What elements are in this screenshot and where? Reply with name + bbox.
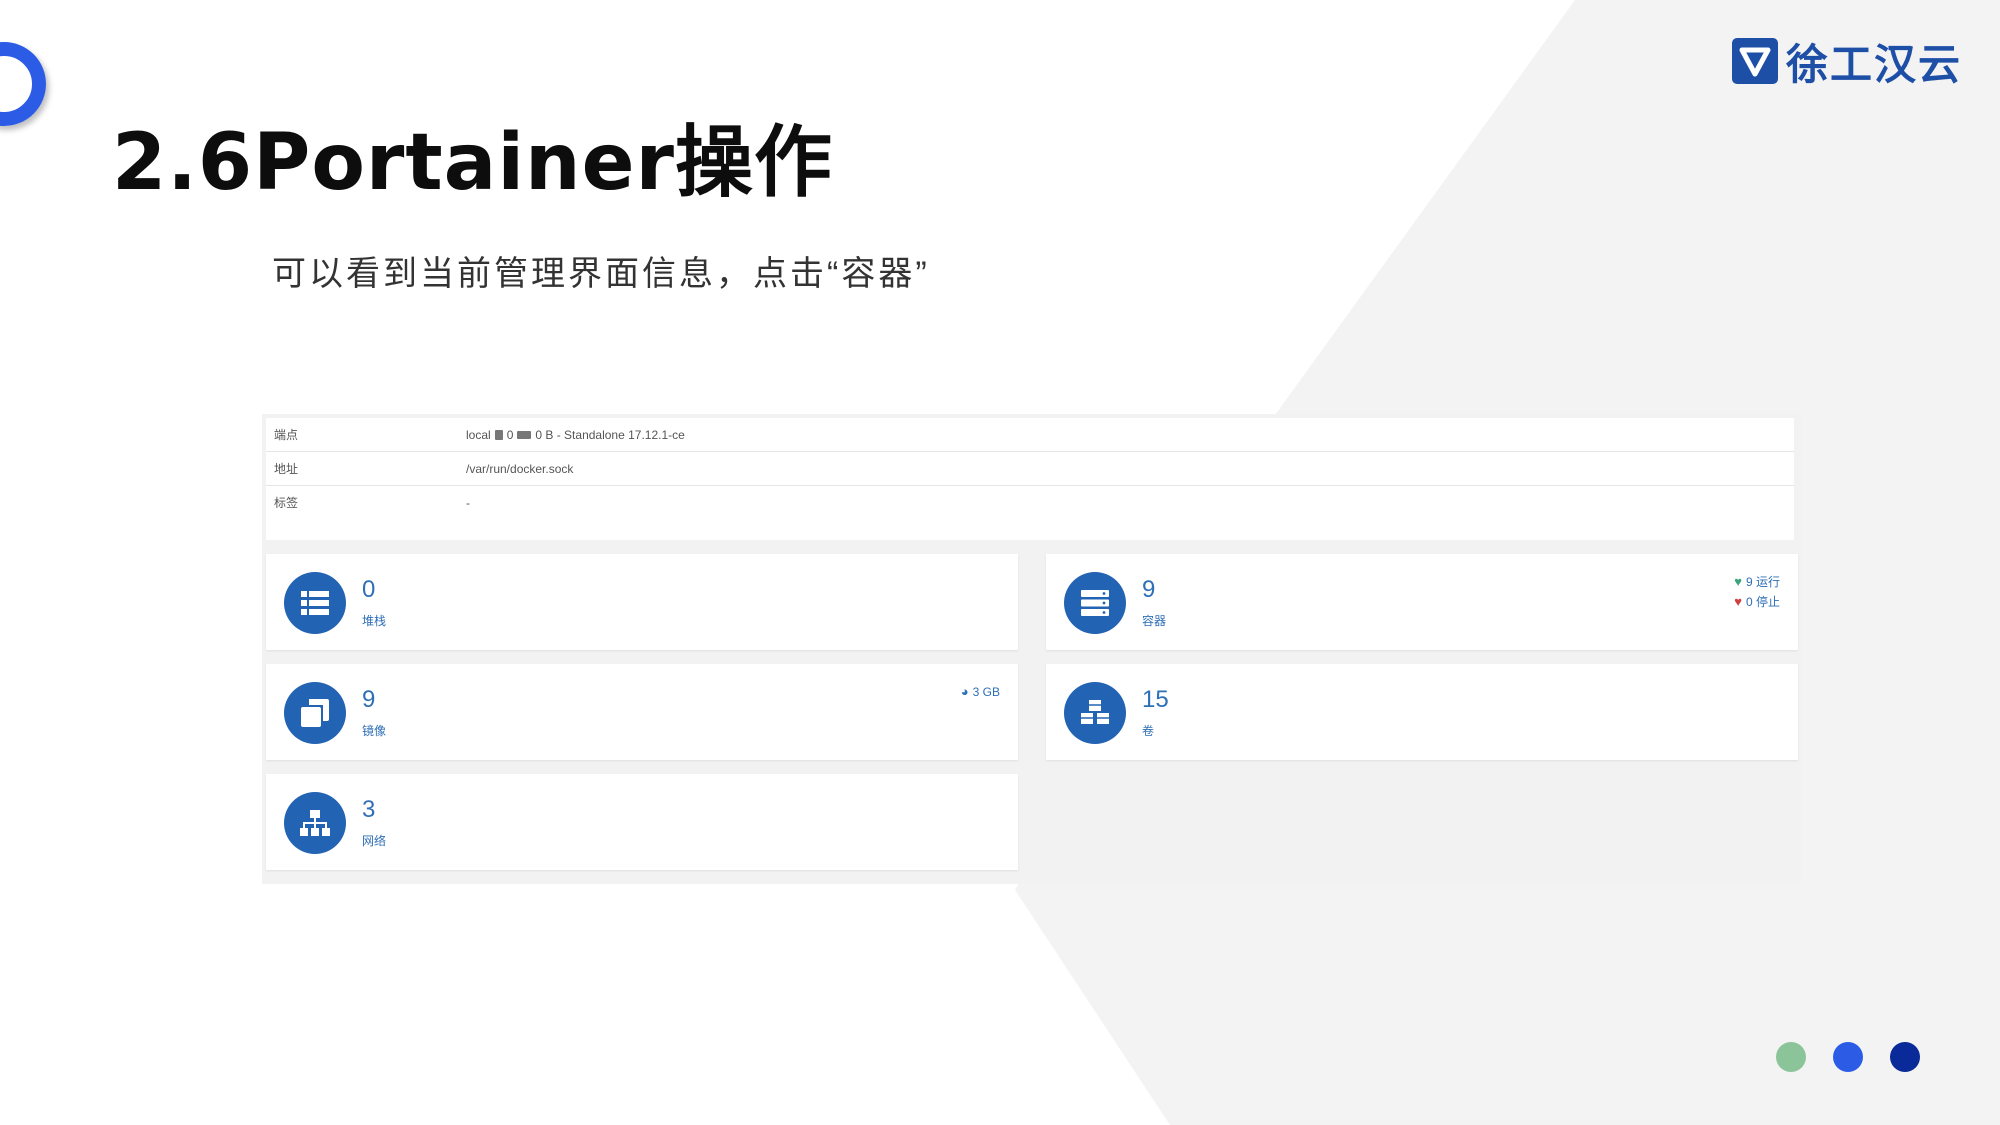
- cpu-icon: [494, 429, 503, 440]
- images-size-value: 3 GB: [972, 685, 1000, 699]
- cubes-icon: [1064, 682, 1126, 744]
- pie-chart-icon: ◕: [960, 684, 969, 699]
- dot-green: [1776, 1042, 1806, 1072]
- containers-status: ♥ 9 运行 ♥ 0 停止: [1734, 572, 1780, 612]
- networks-label: 网络: [362, 834, 387, 848]
- memory-info: 0 B - Standalone 17.12.1-ce: [535, 427, 685, 442]
- info-row-endpoint: 端点 local 0 0 B - Standalone 17.12.1-ce: [266, 418, 1794, 452]
- dot-blue: [1833, 1042, 1863, 1072]
- dot-navy: [1890, 1042, 1920, 1072]
- endpoint-name: local: [466, 427, 491, 442]
- server-icon: [1064, 572, 1126, 634]
- info-row-address: 地址 /var/run/docker.sock: [266, 452, 1794, 486]
- list-icon: [284, 572, 346, 634]
- networks-count: 3: [362, 796, 376, 823]
- memory-icon: [517, 430, 532, 439]
- info-label: 标签: [274, 496, 299, 510]
- volumes-label: 卷: [1142, 724, 1155, 738]
- stacks-tile[interactable]: 0 堆栈: [266, 554, 1018, 650]
- running-status: ♥ 9 运行: [1734, 572, 1780, 592]
- volumes-count: 15: [1142, 686, 1169, 713]
- slide-subtitle: 可以看到当前管理界面信息，点击“容器”: [272, 255, 930, 293]
- info-label: 地址: [274, 462, 299, 476]
- images-label: 镜像: [362, 724, 387, 738]
- brand-logo: 徐工汉云: [1732, 36, 1962, 88]
- containers-tile[interactable]: 9 容器 ♥ 9 运行 ♥ 0 停止: [1046, 554, 1798, 650]
- portainer-dashboard: 端点 local 0 0 B - Standalone 17.12.1-ce 地…: [262, 414, 1802, 884]
- info-value: /var/run/docker.sock: [466, 461, 574, 476]
- info-label: 端点: [274, 428, 299, 442]
- info-row-tags: 标签 -: [266, 486, 1794, 519]
- slide-title: 2.6Portainer操作: [112, 118, 833, 208]
- info-value: -: [466, 495, 470, 510]
- logo-text: 徐工汉云: [1786, 40, 1963, 88]
- logo-mark-icon: [1732, 38, 1778, 84]
- info-value: local 0 0 B - Standalone 17.12.1-ce: [466, 428, 685, 442]
- images-tile[interactable]: 9 镜像 ◕ 3 GB: [266, 664, 1018, 760]
- stopped-status: ♥ 0 停止: [1734, 592, 1780, 612]
- clone-icon: [284, 682, 346, 744]
- containers-count: 9: [1142, 576, 1156, 603]
- networks-tile[interactable]: 3 网络: [266, 774, 1018, 870]
- endpoint-info-table: 端点 local 0 0 B - Standalone 17.12.1-ce 地…: [266, 418, 1794, 540]
- stopped-count: 0 停止: [1745, 595, 1780, 609]
- stacks-count: 0: [362, 576, 376, 603]
- running-count: 9 运行: [1745, 575, 1780, 589]
- sitemap-icon: [284, 792, 346, 854]
- containers-label: 容器: [1142, 614, 1167, 628]
- stacks-label: 堆栈: [362, 614, 387, 628]
- images-size: ◕ 3 GB: [961, 682, 1000, 702]
- volumes-tile[interactable]: 15 卷: [1046, 664, 1798, 760]
- images-count: 9: [362, 686, 376, 713]
- heartbeat-icon: ♥: [1734, 574, 1742, 589]
- cpu-count: 0: [506, 427, 514, 442]
- heartbeat-icon: ♥: [1734, 594, 1742, 609]
